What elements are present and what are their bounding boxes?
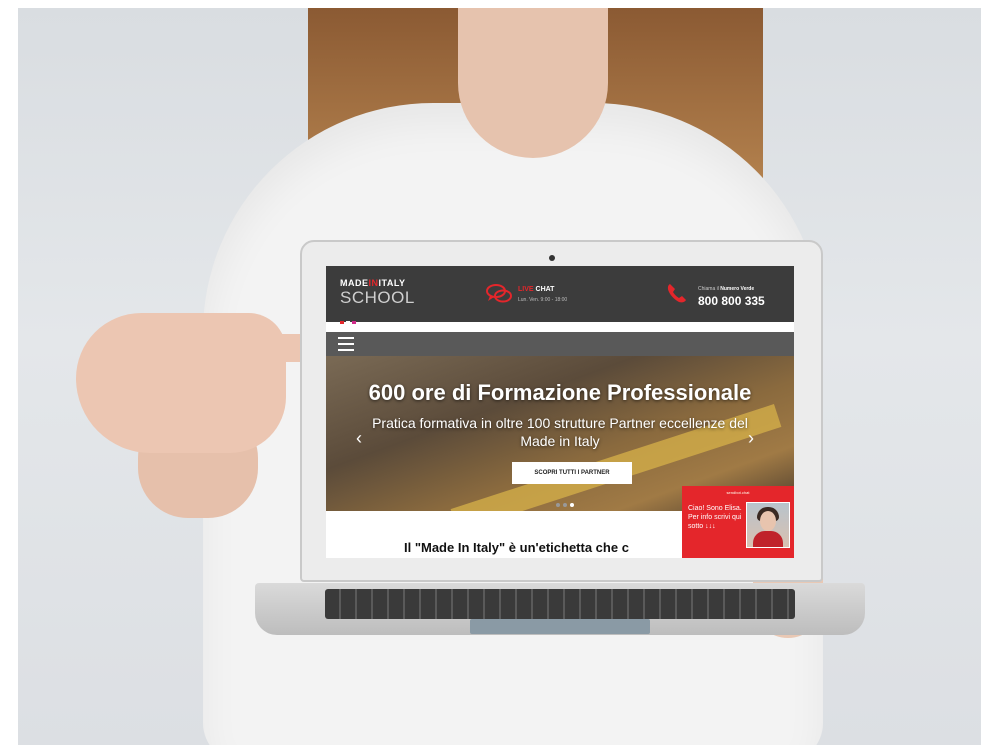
carousel-prev-icon[interactable]: ‹	[356, 428, 362, 449]
live-chat-hours: Lun. Ven. 9:00 - 18:00	[518, 297, 568, 303]
logo-color-dots	[340, 311, 358, 329]
logo-dot-white	[346, 321, 350, 324]
carousel-next-icon[interactable]: ›	[748, 428, 754, 449]
hero-title: 600 ore di Formazione Professionale	[368, 380, 752, 405]
chat-widget-message: Ciao! Sono Elisa. Per info scrivi qui so…	[688, 505, 742, 530]
carousel-dot[interactable]	[556, 503, 560, 507]
laptop-keyboard	[325, 589, 795, 619]
site-logo[interactable]: MADEINITALY	[340, 278, 406, 288]
avatar-body	[753, 531, 783, 547]
webcam-icon	[549, 255, 555, 261]
call-label-bold: Numero Verde	[720, 286, 755, 292]
logo-dot-red	[340, 321, 344, 324]
chat-widget-brand: sendbot.chat	[726, 490, 750, 495]
laptop-screen: MADEINITALY SCHOOL LIVE CHAT Lun. Ven. 9…	[326, 266, 794, 558]
carousel-dot-active[interactable]	[570, 503, 574, 507]
hamburger-menu-icon[interactable]	[338, 337, 354, 351]
hero-subtitle: Pratica formativa in oltre 100 strutture…	[372, 415, 748, 449]
call-label: Chiama il Numero Verde	[698, 286, 754, 292]
chat-label: CHAT	[535, 286, 555, 293]
avatar-face	[760, 511, 776, 531]
logo-dot-pink	[352, 321, 356, 324]
carousel-dot[interactable]	[563, 503, 567, 507]
chat-bubbles-icon[interactable]	[486, 283, 512, 305]
live-chat-label[interactable]: LIVE CHAT	[518, 286, 554, 293]
nav-bar	[326, 332, 794, 356]
phone-icon[interactable]	[666, 282, 688, 304]
neck	[458, 8, 608, 158]
logo-made: MADE	[340, 278, 369, 288]
call-label-prefix: Chiama il	[698, 286, 719, 292]
carousel-indicators	[556, 494, 577, 511]
logo-italy: ITALY	[378, 278, 406, 288]
toll-free-number[interactable]: 800 800 335	[698, 294, 765, 308]
chat-agent-avatar	[746, 502, 790, 548]
discover-partners-button[interactable]: SCOPRI TUTTI I PARTNER	[512, 462, 632, 484]
live-label: LIVE	[518, 286, 534, 293]
logo-in: IN	[368, 278, 379, 288]
logo-school: SCHOOL	[340, 288, 415, 307]
page-heading: Il "Made In Italy" è un'etichetta che c	[404, 540, 629, 555]
laptop-trackpad	[470, 619, 650, 634]
site-header: MADEINITALY SCHOOL LIVE CHAT Lun. Ven. 9…	[326, 266, 794, 324]
chat-widget[interactable]: sendbot.chat Ciao! Sono Elisa. Per info …	[682, 486, 794, 558]
